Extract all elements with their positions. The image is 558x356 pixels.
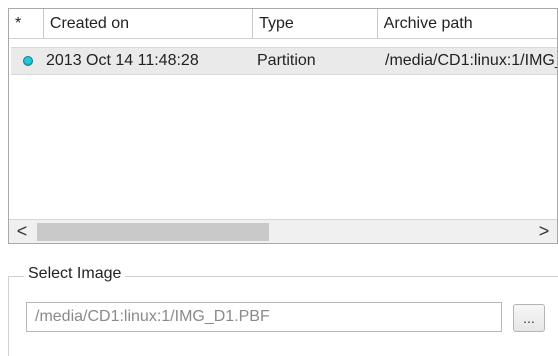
status-dot-icon bbox=[22, 56, 33, 66]
table-header: * Created on Type Archive path bbox=[9, 9, 557, 39]
scroll-left-arrow-icon[interactable]: < bbox=[9, 220, 35, 243]
column-header-archive-path[interactable]: Archive path bbox=[378, 9, 557, 39]
column-header-star[interactable]: * bbox=[9, 9, 44, 39]
image-path-input[interactable] bbox=[26, 302, 502, 332]
created-on-cell: 2013 Oct 14 11:48:28 bbox=[46, 52, 199, 69]
browse-button[interactable]: ... bbox=[513, 304, 545, 332]
image-list-table: * Created on Type Archive path 2013 Oct … bbox=[8, 8, 558, 244]
column-header-type[interactable]: Type bbox=[253, 9, 378, 39]
select-image-title: Select Image bbox=[24, 264, 126, 284]
scroll-right-arrow-icon[interactable]: > bbox=[531, 220, 557, 243]
column-header-created-on[interactable]: Created on bbox=[44, 9, 254, 39]
scrollbar-thumb[interactable] bbox=[37, 223, 269, 241]
horizontal-scrollbar[interactable]: < > bbox=[9, 219, 557, 243]
type-cell: Partition bbox=[257, 52, 316, 69]
status-cell bbox=[11, 56, 44, 66]
table-row[interactable]: 2013 Oct 14 11:48:28 Partition /media/CD… bbox=[11, 47, 557, 75]
archive-path-cell: /media/CD1:linux:1/IMG_D1.PBF bbox=[385, 52, 557, 69]
